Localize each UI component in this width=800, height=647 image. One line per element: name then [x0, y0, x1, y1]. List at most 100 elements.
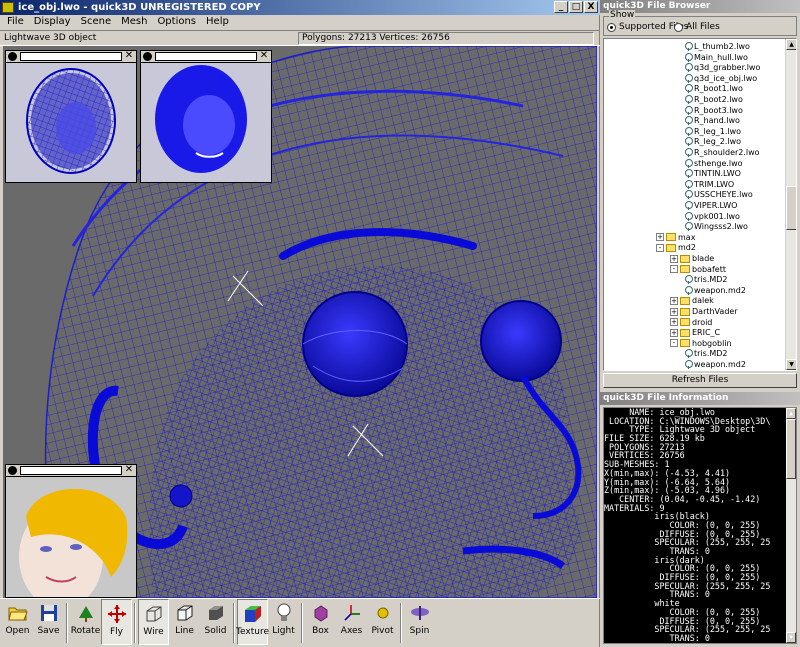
collapse-icon[interactable]: -	[670, 339, 678, 348]
toolbar-solid-button[interactable]: Solid	[200, 599, 231, 645]
tree-folder[interactable]: - hobgoblin	[670, 338, 732, 349]
tree-folder[interactable]: + droid	[670, 317, 712, 328]
minimize-button[interactable]: _	[554, 1, 568, 13]
scroll-thumb[interactable]	[786, 186, 796, 230]
tree-file[interactable]: R_boot2.lwo	[684, 94, 743, 105]
menu-help[interactable]: Help	[201, 15, 234, 29]
tree-file[interactable]: tris.MD2	[684, 348, 728, 359]
toolbar-box-button[interactable]: Box	[305, 599, 336, 645]
menu-bar: File Display Scene Mesh Options Help	[0, 15, 600, 29]
tree-file[interactable]: R_boot3.lwo	[684, 105, 743, 116]
tree-item-label: L_thumb2.lwo	[694, 42, 750, 51]
model-file-icon	[684, 42, 693, 51]
line-cube-icon	[175, 603, 195, 623]
preview-close-icon[interactable]: ✕	[123, 465, 135, 476]
tree-file[interactable]: TINTIN.LWO	[684, 168, 741, 179]
scroll-up-icon[interactable]: ▲	[786, 39, 796, 50]
preview-menu-icon[interactable]	[8, 52, 17, 61]
toolbar-line-button[interactable]: Line	[169, 599, 200, 645]
refresh-files-button[interactable]: Refresh Files	[603, 373, 797, 388]
expand-icon[interactable]: +	[656, 233, 664, 242]
tree-file[interactable]: R_boot1.lwo	[684, 83, 743, 94]
preview-textured-view[interactable]: ✕	[5, 464, 137, 598]
expand-icon[interactable]: +	[670, 296, 678, 305]
tree-file[interactable]: Wingsss2.lwo	[684, 221, 748, 232]
scroll-down-icon[interactable]: ▼	[786, 359, 796, 370]
tree-file[interactable]: L_thumb2.lwo	[684, 41, 750, 52]
preview-close-icon[interactable]: ✕	[258, 51, 270, 62]
toolbar-open-button[interactable]: Open	[2, 599, 33, 645]
menu-display[interactable]: Display	[29, 15, 76, 29]
tree-item-label: q3d_ice_obj.lwo	[694, 73, 758, 83]
file-browser-panel: quick3D File Browser Show Supported File…	[600, 0, 800, 390]
menu-mesh[interactable]: Mesh	[116, 15, 152, 29]
tree-file[interactable]: tris.MD2	[684, 274, 728, 285]
tree-folder[interactable]: + dalek	[670, 295, 714, 306]
toolbar-rotate-button[interactable]: Rotate	[70, 599, 101, 645]
title-bar[interactable]: ice_obj.lwo - quick3D UNREGISTERED COPY …	[0, 0, 600, 15]
expand-icon[interactable]: +	[670, 254, 678, 263]
tree-item-label: ERIC_C	[692, 328, 721, 338]
expand-icon[interactable]: +	[670, 328, 678, 337]
toolbar-axes-button[interactable]: Axes	[336, 599, 367, 645]
toolbar-pivot-button[interactable]: Pivot	[367, 599, 398, 645]
expand-icon[interactable]: +	[670, 307, 678, 316]
open-folder-icon	[7, 603, 28, 623]
file-tree[interactable]: L_thumb2.lwo Main_hull.lwo q3d_grabber.lwo…	[603, 38, 797, 371]
toolbar-spin-button[interactable]: Spin	[404, 599, 435, 645]
tree-file[interactable]: VIPER.LWO	[684, 200, 737, 211]
solid-head-thumbnail	[141, 63, 271, 182]
close-button[interactable]: X	[584, 1, 598, 13]
menu-scene[interactable]: Scene	[76, 15, 117, 29]
tree-file[interactable]: weapon.md2	[684, 285, 746, 296]
tree-file[interactable]: R_shoulder2.lwo	[684, 147, 760, 158]
tree-item-label: vpk001.lwo	[694, 211, 740, 221]
scroll-thumb[interactable]	[786, 419, 796, 479]
preview-solid-view[interactable]: ✕	[140, 50, 272, 183]
tree-item-label: R_boot3.lwo	[694, 105, 743, 115]
toolbar-light-button[interactable]: Light	[268, 599, 299, 645]
tree-folder[interactable]: + ERIC_C	[670, 327, 720, 338]
tree-folder[interactable]: - bobafett	[670, 264, 726, 275]
maximize-button[interactable]: □	[569, 1, 583, 13]
tree-file[interactable]: weapon.md2	[684, 359, 746, 370]
expand-icon[interactable]: +	[670, 318, 678, 327]
tree-file[interactable]: R_leg_2.lwo	[684, 136, 741, 147]
preview-menu-icon[interactable]	[8, 466, 17, 475]
tree-file[interactable]: TRIM.LWO	[684, 179, 734, 190]
tree-file[interactable]: sthenge.lwo	[684, 158, 743, 169]
tree-file[interactable]: vpk001.lwo	[684, 211, 740, 222]
tree-folder[interactable]: + max	[656, 232, 695, 243]
info-scrollbar[interactable]: ▲ ▼	[786, 408, 796, 643]
collapse-icon[interactable]: -	[656, 243, 664, 252]
scroll-down-icon[interactable]: ▼	[786, 632, 796, 643]
3d-viewport[interactable]: ✕ ✕ ✕	[3, 46, 597, 598]
rotate-tree-icon	[76, 603, 96, 623]
tree-scrollbar[interactable]: ▲ ▼	[785, 39, 796, 370]
preview-texture-view[interactable]: ✕	[5, 50, 137, 183]
collapse-icon[interactable]: -	[670, 265, 678, 274]
file-info-panel: quick3D File Information NAME: ice_obj.l…	[600, 392, 800, 647]
scroll-up-icon[interactable]: ▲	[786, 408, 796, 419]
tree-file[interactable]: R_leg_1.lwo	[684, 126, 741, 137]
preview-menu-icon[interactable]	[143, 52, 152, 61]
toolbar-save-button[interactable]: Save	[33, 599, 64, 645]
tree-folder[interactable]: + DarthVader	[670, 306, 738, 317]
tree-folder[interactable]: - md2	[656, 242, 696, 253]
tree-file[interactable]: R_hand.lwo	[684, 115, 740, 126]
tree-file[interactable]: Main_hull.lwo	[684, 52, 748, 63]
tree-file[interactable]: q3d_ice_obj.lwo	[684, 73, 757, 84]
tree-file[interactable]: q3d_grabber.lwo	[684, 62, 760, 73]
tree-file[interactable]: USSCHEYE.lwo	[684, 189, 753, 200]
tree-item-label: weapon.md2	[694, 360, 746, 369]
toolbar-wire-button[interactable]: Wire	[138, 599, 169, 645]
toolbar-label: Pivot	[371, 626, 394, 636]
toolbar-label: Save	[37, 626, 60, 636]
menu-file[interactable]: File	[2, 15, 29, 29]
menu-options[interactable]: Options	[152, 15, 201, 29]
all-files-radio[interactable]: All Files	[674, 22, 720, 32]
preview-close-icon[interactable]: ✕	[123, 51, 135, 62]
toolbar-fly-button[interactable]: Fly	[101, 599, 132, 645]
tree-folder[interactable]: + blade	[670, 253, 714, 264]
toolbar-texture-button[interactable]: Texture	[236, 599, 269, 645]
